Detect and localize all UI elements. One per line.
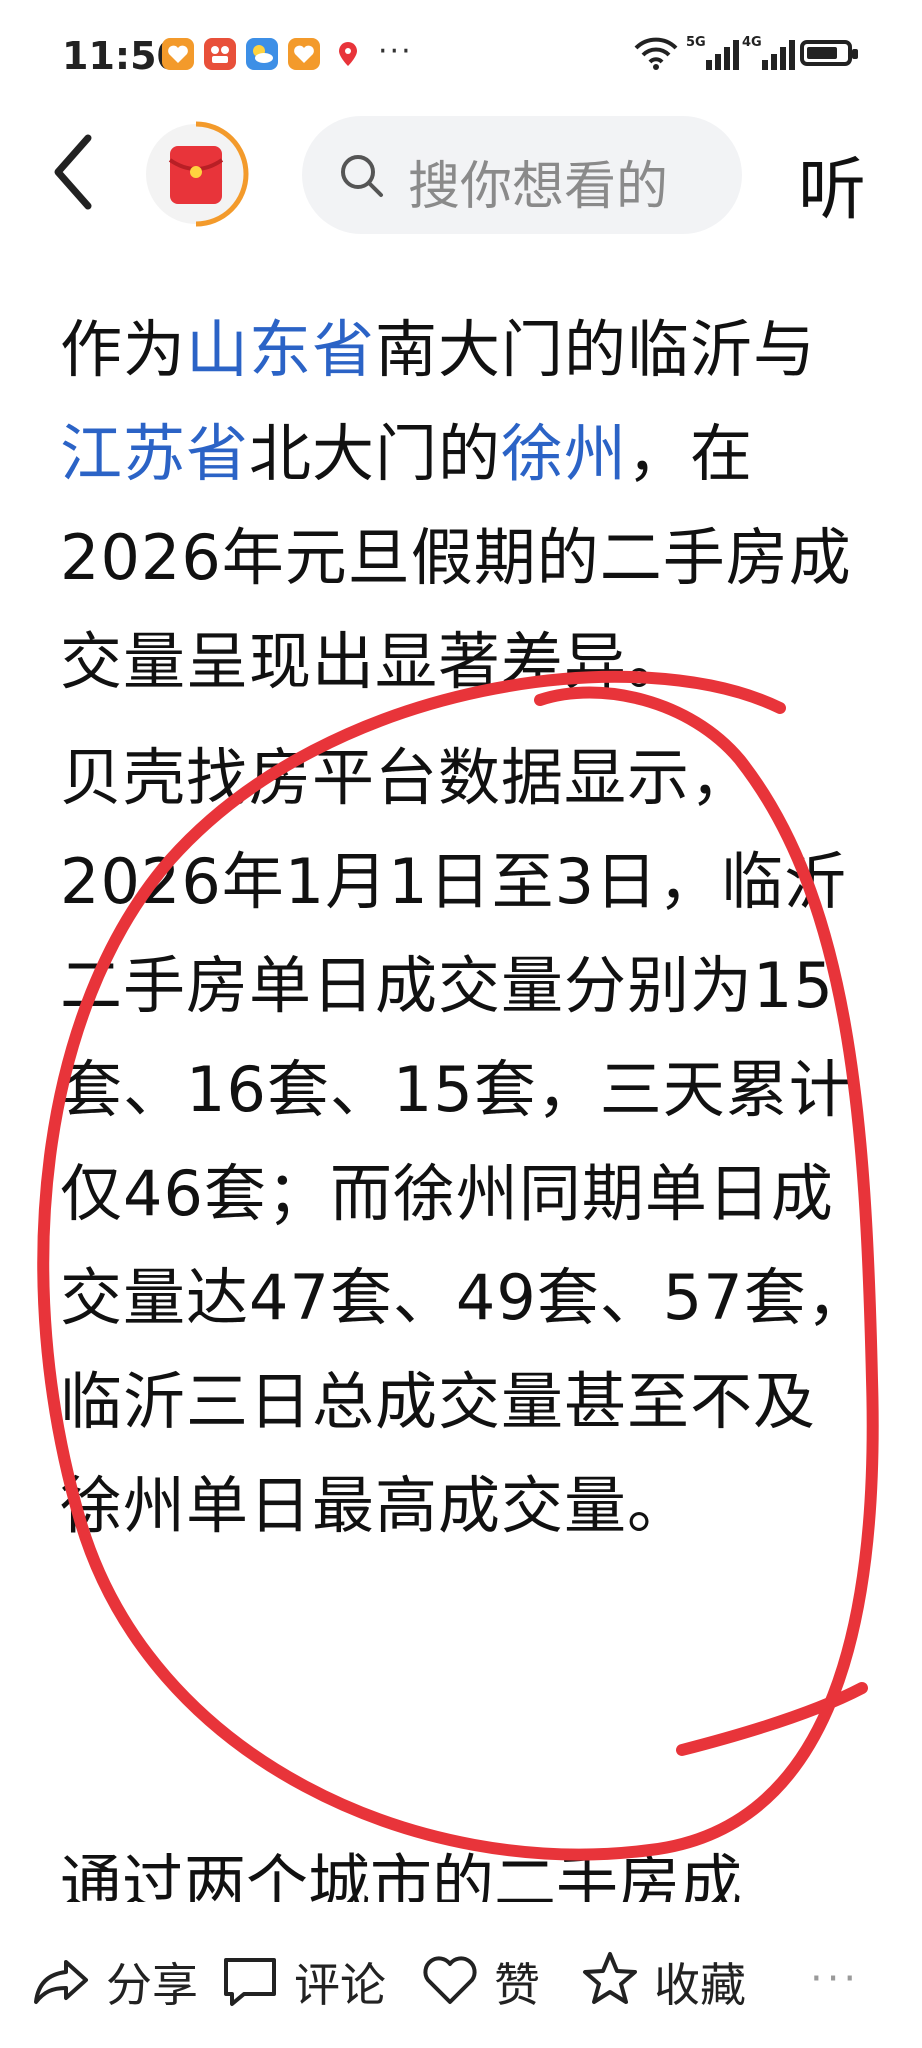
share-label: 分享 [106,1958,198,2012]
search-bar[interactable]: 搜你想看的 [302,116,742,234]
du-map-icon [332,38,364,70]
more-notifications-indicator: ··· [378,34,413,69]
link-shandong[interactable]: 山东省 [186,313,375,386]
status-bar: 11:50 ··· 5G 4G [0,0,922,110]
text-run: 通过两个城市的二手房成 [60,1850,743,1902]
star-icon [578,1948,642,2016]
listen-button[interactable]: 听 [798,134,866,233]
battery-icon [800,40,858,66]
network-4g-label: 4G [742,35,762,50]
text-run: 北大门的 [249,417,502,490]
comment-bubble-icon [218,1948,282,2016]
favorite-label: 收藏 [654,1958,746,2012]
more-options-button[interactable]: ··· [810,1956,860,2002]
article-paragraph-1: 作为山东省南大门的临沂与江苏省北大门的徐州，在2026年元旦假期的二手房成交量呈… [60,298,870,714]
article-paragraph-2: 贝壳找房平台数据显示，2026年1月1日至3日，临沂二手房单日成交量分别为15套… [60,741,870,1542]
favorite-button[interactable]: 收藏 [578,1942,746,2022]
video-app-icon [204,38,236,70]
text-run: 作为 [60,313,187,386]
heart-app-icon [288,38,320,70]
top-navigation-bar: 搜你想看的 听 [0,110,922,250]
comment-label: 评论 [294,1958,386,2012]
heart-app-icon [162,38,194,70]
red-envelope-icon[interactable] [142,120,250,228]
signal-4g-icon: 4G [742,34,800,78]
search-placeholder: 搜你想看的 [408,157,669,217]
weather-icon [246,38,278,70]
link-jiangsu[interactable]: 江苏省 [60,417,249,490]
battery-level [807,47,837,59]
back-chevron-icon[interactable] [48,130,98,218]
article-body: 作为山东省南大门的临沂与江苏省北大门的徐州，在2026年元旦假期的二手房成交量呈… [60,298,870,1570]
wifi-icon [632,36,680,76]
text-run: 南大门的临沂与 [375,313,817,386]
signal-5g-icon: 5G [686,34,744,78]
bottom-action-bar: 分享 评论 赞 收藏 ··· [0,1916,922,2048]
network-5g-label: 5G [686,35,706,50]
share-button[interactable]: 分享 [30,1942,198,2022]
link-xuzhou[interactable]: 徐州 [501,417,627,490]
heart-icon [418,1948,482,2016]
like-label: 赞 [494,1958,540,2012]
search-icon [338,152,386,204]
article-paragraph-3-partial: 通过两个城市的二手房成 [60,1850,870,1902]
comment-button[interactable]: 评论 [218,1942,386,2022]
like-button[interactable]: 赞 [418,1942,540,2022]
share-arrow-icon [30,1948,94,2016]
